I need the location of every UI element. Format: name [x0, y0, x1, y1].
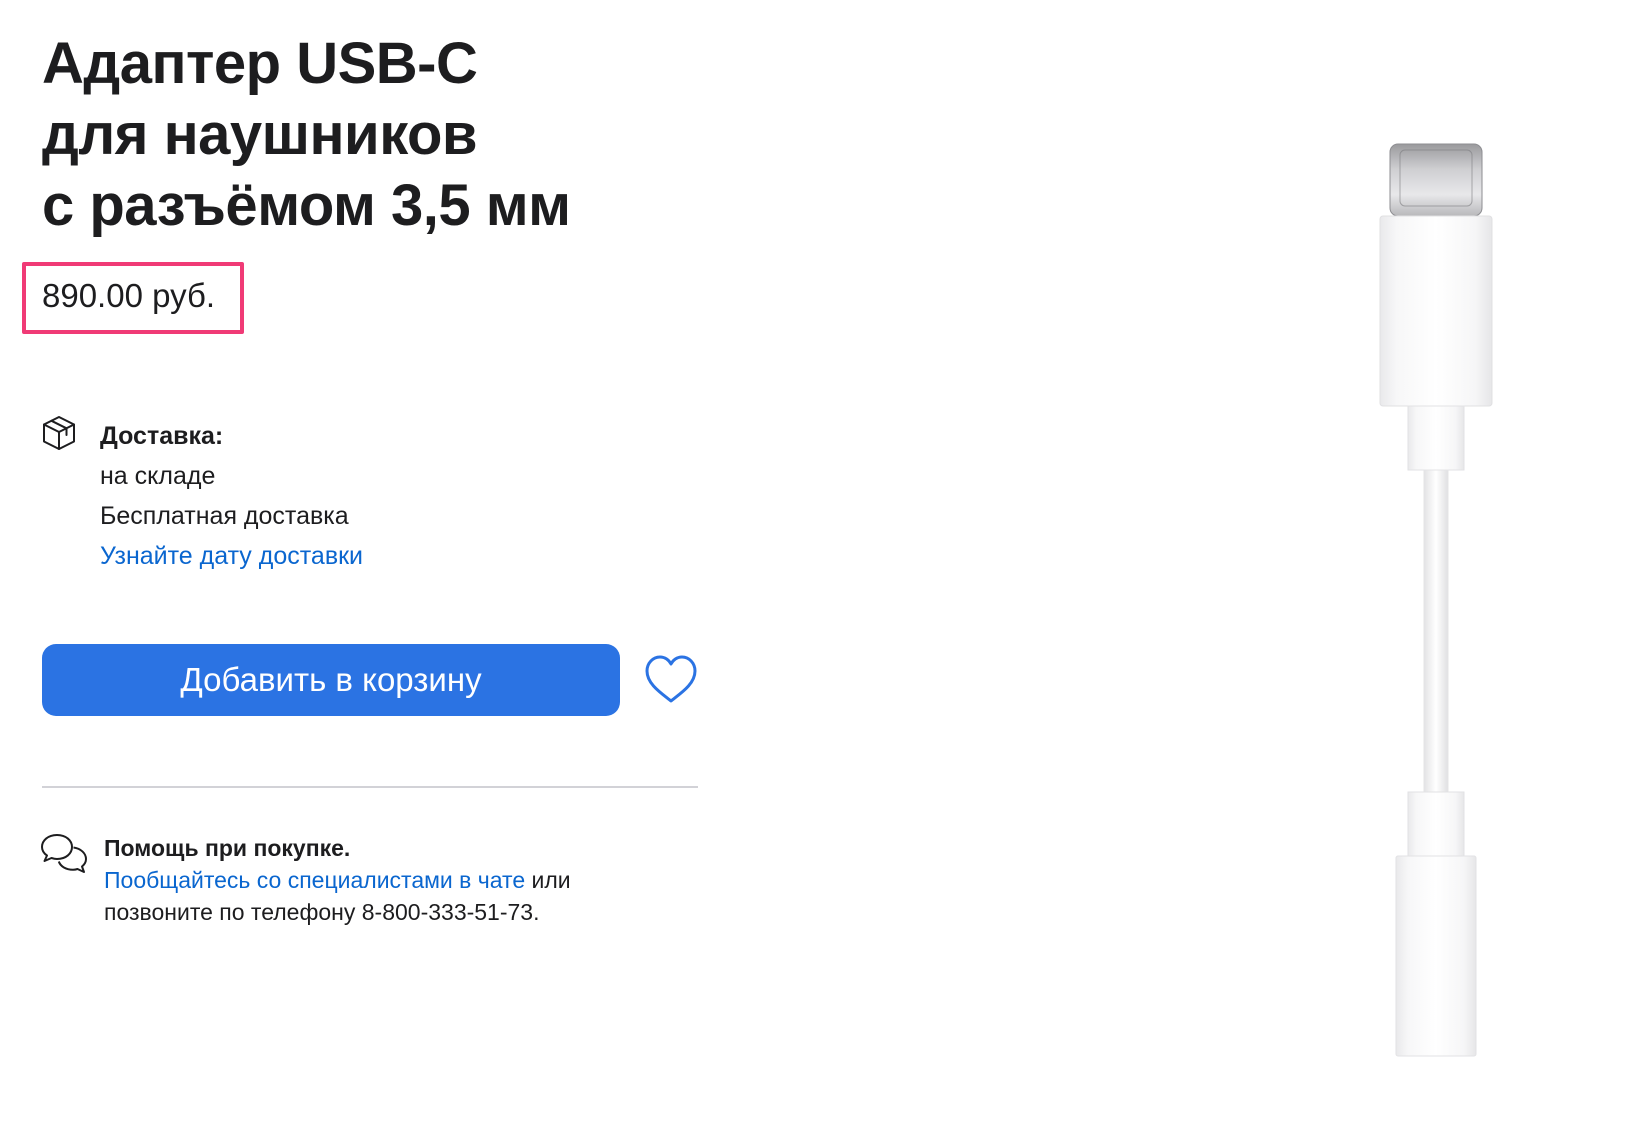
chat-bubbles-icon [41, 834, 87, 873]
help-title: Помощь при покупке. [104, 835, 351, 861]
add-to-cart-button[interactable]: Добавить в корзину [42, 644, 620, 716]
product-title-line-3: с разъёмом 3,5 мм [42, 173, 571, 238]
help-phone-text: позвоните по телефону 8-800-333-51-73. [104, 899, 540, 925]
product-title-line-2: для наушников [42, 102, 478, 167]
heart-icon[interactable] [643, 654, 699, 706]
section-divider [42, 786, 698, 788]
delivery-info: Доставка: на складе Бесплатная доставка … [100, 416, 363, 576]
delivery-date-link[interactable]: Узнайте дату доставки [100, 542, 363, 570]
usb-c-adapter-image [1379, 143, 1493, 1057]
delivery-stock: на складе [100, 462, 216, 490]
purchase-help: Помощь при покупке. Пообщайтесь со специ… [104, 832, 571, 928]
delivery-shipping: Бесплатная доставка [100, 502, 349, 530]
chat-specialists-link[interactable]: Пообщайтесь со специалистами в чате [104, 867, 525, 893]
help-or-text: или [525, 867, 571, 893]
help-line-chat: Пообщайтесь со специалистами в чате или [104, 864, 571, 896]
delivery-title: Доставка: [100, 422, 224, 450]
product-price: 890.00 руб. [42, 277, 216, 314]
box-icon [43, 416, 75, 450]
product-title-line-1: Адаптер USB-C [42, 31, 478, 96]
product-title: Адаптер USB-C для наушников с разъёмом 3… [42, 28, 571, 241]
